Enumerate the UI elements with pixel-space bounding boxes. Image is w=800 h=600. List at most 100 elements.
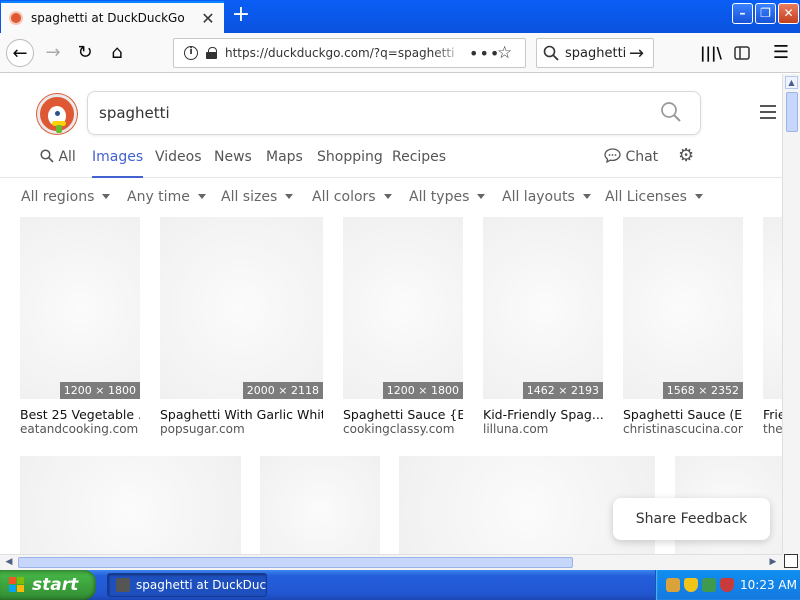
browser-tab-strip: spaghetti at DuckDuckGo ✕ + – ❐ ✕	[0, 0, 800, 33]
chevron-down-icon	[477, 194, 486, 199]
search-input[interactable]: spaghetti	[87, 91, 701, 135]
start-button[interactable]: start	[0, 570, 96, 600]
image-source[interactable]: cookingclassy.com	[343, 422, 463, 436]
settings-gear-icon[interactable]: ⚙	[678, 147, 694, 178]
windows-taskbar: start spaghetti at DuckDuc... 10:23 AM	[0, 570, 800, 600]
minimize-window-button[interactable]: –	[732, 3, 753, 24]
chat-label: Chat	[625, 149, 659, 165]
url-text[interactable]: https://duckduckgo.com/?q=spaghetti	[225, 46, 469, 60]
image-result[interactable]: 1200 × 1800 Spaghetti Sauce {E... cookin…	[343, 217, 463, 436]
search-go-arrow-icon[interactable]: →	[629, 43, 653, 64]
library-icon[interactable]: |||\	[697, 39, 725, 67]
chevron-down-icon	[383, 194, 392, 199]
network-icon[interactable]	[666, 578, 680, 592]
image-result[interactable]: 1462 × 2193 Kid-Friendly Spag... lilluna…	[483, 217, 603, 436]
windows-flag-icon	[9, 577, 26, 593]
tab-all[interactable]: All	[40, 148, 76, 178]
tab-maps[interactable]: Maps	[266, 148, 303, 178]
site-menu-icon[interactable]	[760, 105, 776, 119]
browser-search-box[interactable]: spaghetti →	[536, 38, 654, 68]
vertical-scrollbar[interactable]: ▲	[782, 74, 800, 554]
site-info-icon[interactable]: i	[184, 46, 198, 60]
image-dimensions: 1200 × 1800	[59, 382, 140, 399]
page-content: spaghetti All Images Videos News Maps Sh…	[0, 74, 782, 554]
tab-recipes[interactable]: Recipes	[392, 148, 446, 178]
image-dimensions: 1568 × 2352	[662, 382, 743, 399]
update-icon[interactable]	[702, 578, 716, 592]
restore-window-button[interactable]: ❐	[755, 3, 776, 24]
image-result[interactable]: 1200 × 1800 Best 25 Vegetable ... eatand…	[20, 217, 140, 436]
sidebar-toggle-icon[interactable]	[728, 39, 756, 67]
page-actions-icon[interactable]: •••	[469, 44, 499, 63]
filter-colors[interactable]: All colors	[312, 189, 392, 205]
chat-bubble-icon	[604, 148, 621, 164]
horizontal-scrollbar[interactable]: ◀ ▶	[0, 554, 782, 570]
close-window-button[interactable]: ✕	[778, 3, 799, 24]
chevron-down-icon	[582, 194, 591, 199]
image-thumbnail[interactable]: 2000 × 2118	[160, 217, 323, 399]
filter-types[interactable]: All types	[409, 189, 486, 205]
tab-images[interactable]: Images	[92, 148, 144, 178]
home-icon[interactable]: ⌂	[103, 39, 131, 67]
browser-tab[interactable]: spaghetti at DuckDuckGo ✕	[1, 1, 224, 33]
scrollbar-corner	[782, 554, 800, 570]
image-source[interactable]: christinascucina.com	[623, 422, 743, 436]
image-thumbnail[interactable]: 1200 × 1800	[20, 217, 140, 399]
reload-icon[interactable]: ↻	[71, 39, 99, 67]
image-filters-bar: All regions Any time All sizes All color…	[0, 178, 782, 216]
image-result[interactable]: 2000 × 2118 Spaghetti With Garlic Whit..…	[160, 217, 323, 436]
tab-videos[interactable]: Videos	[155, 148, 202, 178]
search-category-tabs: All Images Videos News Maps Shopping Rec…	[0, 147, 782, 178]
image-title[interactable]: Spaghetti Sauce {E...	[343, 407, 463, 422]
scroll-left-arrow-icon[interactable]: ◀	[2, 556, 16, 569]
filter-licenses[interactable]: All Licenses	[605, 189, 703, 205]
security-shield-icon[interactable]	[684, 578, 698, 592]
menu-hamburger-icon[interactable]: ☰	[767, 39, 795, 67]
image-source[interactable]: eatandcooking.com	[20, 422, 140, 436]
image-thumbnail[interactable]: 1200 × 1800	[343, 217, 463, 399]
image-title[interactable]: Best 25 Vegetable ...	[20, 407, 140, 422]
image-source[interactable]: popsugar.com	[160, 422, 323, 436]
filter-sizes[interactable]: All sizes	[221, 189, 294, 205]
back-arrow-icon[interactable]: ←	[6, 39, 34, 67]
duckduckgo-favicon-icon	[9, 11, 23, 25]
duckduckgo-logo-icon[interactable]	[37, 94, 77, 134]
image-title[interactable]: Kid-Friendly Spag...	[483, 407, 603, 422]
scroll-up-arrow-icon[interactable]: ▲	[785, 76, 798, 89]
image-thumbnail[interactable]	[763, 217, 782, 399]
image-dimensions: 1462 × 2193	[522, 382, 603, 399]
firefox-window-icon	[116, 578, 130, 592]
image-source[interactable]: lilluna.com	[483, 422, 603, 436]
new-tab-plus-icon[interactable]: +	[228, 4, 254, 28]
search-query-text[interactable]: spaghetti	[99, 104, 660, 122]
vertical-scroll-thumb[interactable]	[786, 92, 798, 132]
image-thumbnail[interactable]	[260, 456, 380, 554]
browser-search-text[interactable]: spaghetti	[559, 46, 629, 61]
taskbar-window-firefox[interactable]: spaghetti at DuckDuc...	[107, 573, 267, 597]
share-feedback-button[interactable]: Share Feedback	[613, 498, 770, 540]
image-thumbnail[interactable]: 1568 × 2352	[623, 217, 743, 399]
image-thumbnail[interactable]: 1462 × 2193	[483, 217, 603, 399]
filter-layouts[interactable]: All layouts	[502, 189, 591, 205]
search-magnifier-icon[interactable]	[660, 101, 700, 125]
bookmark-star-icon[interactable]: ☆	[497, 43, 525, 63]
address-bar[interactable]: i https://duckduckgo.com/?q=spaghetti ••…	[173, 38, 526, 68]
image-title[interactable]: Frie	[763, 407, 782, 422]
alert-shield-icon[interactable]	[720, 578, 734, 592]
filter-time[interactable]: Any time	[127, 189, 206, 205]
chat-button[interactable]: Chat	[604, 148, 658, 178]
image-thumbnail[interactable]	[20, 456, 241, 554]
scroll-right-arrow-icon[interactable]: ▶	[766, 556, 780, 569]
image-title[interactable]: Spaghetti Sauce (E...	[623, 407, 743, 422]
forward-arrow-icon[interactable]: →	[39, 39, 67, 67]
horizontal-scroll-thumb[interactable]	[18, 557, 573, 568]
tab-shopping[interactable]: Shopping	[317, 148, 383, 178]
image-result[interactable]: 1568 × 2352 Spaghetti Sauce (E... christ…	[623, 217, 743, 436]
tab-news[interactable]: News	[214, 148, 252, 178]
search-icon	[40, 149, 54, 163]
image-result[interactable]: Frie thet	[763, 217, 782, 435]
image-source[interactable]: thet	[763, 422, 782, 435]
filter-regions[interactable]: All regions	[21, 189, 111, 205]
image-title[interactable]: Spaghetti With Garlic Whit...	[160, 407, 323, 422]
close-tab-icon[interactable]: ✕	[198, 9, 218, 28]
